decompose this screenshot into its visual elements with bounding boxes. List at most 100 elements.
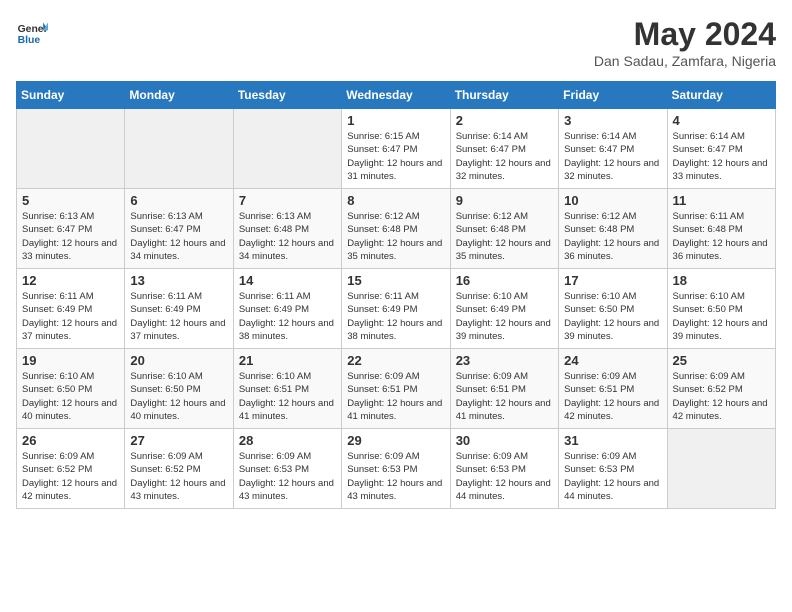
day-number: 8 <box>347 193 444 208</box>
day-info: Sunrise: 6:14 AMSunset: 6:47 PMDaylight:… <box>564 130 661 183</box>
week-row-5: 26 Sunrise: 6:09 AMSunset: 6:52 PMDayligh… <box>17 429 776 509</box>
day-info: Sunrise: 6:09 AMSunset: 6:52 PMDaylight:… <box>22 450 119 503</box>
day-number: 12 <box>22 273 119 288</box>
day-info: Sunrise: 6:11 AMSunset: 6:49 PMDaylight:… <box>347 290 444 343</box>
day-number: 17 <box>564 273 661 288</box>
calendar-table: SundayMondayTuesdayWednesdayThursdayFrid… <box>16 81 776 509</box>
calendar-cell: 2 Sunrise: 6:14 AMSunset: 6:47 PMDaylight… <box>450 109 558 189</box>
day-info: Sunrise: 6:15 AMSunset: 6:47 PMDaylight:… <box>347 130 444 183</box>
day-number: 26 <box>22 433 119 448</box>
day-info: Sunrise: 6:14 AMSunset: 6:47 PMDaylight:… <box>456 130 553 183</box>
day-info: Sunrise: 6:10 AMSunset: 6:50 PMDaylight:… <box>22 370 119 423</box>
day-number: 3 <box>564 113 661 128</box>
day-number: 24 <box>564 353 661 368</box>
day-number: 16 <box>456 273 553 288</box>
day-number: 6 <box>130 193 227 208</box>
page-header: General Blue May 2024 Dan Sadau, Zamfara… <box>16 16 776 69</box>
calendar-cell: 29Sunrise: 6:09 AMSunset: 6:53 PMDayligh… <box>342 429 450 509</box>
day-number: 13 <box>130 273 227 288</box>
calendar-cell <box>233 109 341 189</box>
day-info: Sunrise: 6:14 AMSunset: 6:47 PMDaylight:… <box>673 130 770 183</box>
calendar-cell: 19Sunrise: 6:10 AMSunset: 6:50 PMDayligh… <box>17 349 125 429</box>
calendar-cell: 8 Sunrise: 6:12 AMSunset: 6:48 PMDaylight… <box>342 189 450 269</box>
calendar-cell: 18 Sunrise: 6:10 AMSunset: 6:50 PMDayligh… <box>667 269 775 349</box>
calendar-cell: 23 Sunrise: 6:09 AMSunset: 6:51 PMDayligh… <box>450 349 558 429</box>
calendar-subtitle: Dan Sadau, Zamfara, Nigeria <box>594 53 776 69</box>
calendar-cell: 9 Sunrise: 6:12 AMSunset: 6:48 PMDaylight… <box>450 189 558 269</box>
calendar-cell: 25 Sunrise: 6:09 AMSunset: 6:52 PMDayligh… <box>667 349 775 429</box>
calendar-cell: 22Sunrise: 6:09 AMSunset: 6:51 PMDayligh… <box>342 349 450 429</box>
day-number: 11 <box>673 193 770 208</box>
day-number: 25 <box>673 353 770 368</box>
calendar-cell <box>17 109 125 189</box>
day-number: 31 <box>564 433 661 448</box>
day-number: 21 <box>239 353 336 368</box>
day-info: Sunrise: 6:09 AMSunset: 6:52 PMDaylight:… <box>673 370 770 423</box>
calendar-cell: 10 Sunrise: 6:12 AMSunset: 6:48 PMDayligh… <box>559 189 667 269</box>
calendar-cell: 3 Sunrise: 6:14 AMSunset: 6:47 PMDaylight… <box>559 109 667 189</box>
day-number: 23 <box>456 353 553 368</box>
day-info: Sunrise: 6:09 AMSunset: 6:51 PMDaylight:… <box>564 370 661 423</box>
column-header-monday: Monday <box>125 82 233 109</box>
day-number: 18 <box>673 273 770 288</box>
day-number: 15 <box>347 273 444 288</box>
day-number: 5 <box>22 193 119 208</box>
day-info: Sunrise: 6:09 AMSunset: 6:53 PMDaylight:… <box>564 450 661 503</box>
calendar-cell: 30 Sunrise: 6:09 AMSunset: 6:53 PMDayligh… <box>450 429 558 509</box>
day-info: Sunrise: 6:09 AMSunset: 6:52 PMDaylight:… <box>130 450 227 503</box>
calendar-cell: 12Sunrise: 6:11 AMSunset: 6:49 PMDayligh… <box>17 269 125 349</box>
day-number: 22 <box>347 353 444 368</box>
day-info: Sunrise: 6:13 AMSunset: 6:47 PMDaylight:… <box>22 210 119 263</box>
day-number: 10 <box>564 193 661 208</box>
calendar-cell: 7Sunrise: 6:13 AMSunset: 6:48 PMDaylight… <box>233 189 341 269</box>
calendar-body: 1Sunrise: 6:15 AMSunset: 6:47 PMDaylight… <box>17 109 776 509</box>
day-number: 30 <box>456 433 553 448</box>
day-number: 4 <box>673 113 770 128</box>
calendar-cell: 1Sunrise: 6:15 AMSunset: 6:47 PMDaylight… <box>342 109 450 189</box>
day-info: Sunrise: 6:12 AMSunset: 6:48 PMDaylight:… <box>347 210 444 263</box>
calendar-cell: 31 Sunrise: 6:09 AMSunset: 6:53 PMDayligh… <box>559 429 667 509</box>
calendar-cell: 4 Sunrise: 6:14 AMSunset: 6:47 PMDaylight… <box>667 109 775 189</box>
day-number: 2 <box>456 113 553 128</box>
day-info: Sunrise: 6:12 AMSunset: 6:48 PMDaylight:… <box>564 210 661 263</box>
calendar-cell: 11Sunrise: 6:11 AMSunset: 6:48 PMDayligh… <box>667 189 775 269</box>
logo: General Blue <box>16 16 48 48</box>
logo-icon: General Blue <box>16 16 48 48</box>
calendar-cell: 28 Sunrise: 6:09 AMSunset: 6:53 PMDayligh… <box>233 429 341 509</box>
calendar-cell: 16 Sunrise: 6:10 AMSunset: 6:49 PMDayligh… <box>450 269 558 349</box>
calendar-cell: 24 Sunrise: 6:09 AMSunset: 6:51 PMDayligh… <box>559 349 667 429</box>
day-number: 7 <box>239 193 336 208</box>
calendar-cell: 13 Sunrise: 6:11 AMSunset: 6:49 PMDayligh… <box>125 269 233 349</box>
day-info: Sunrise: 6:12 AMSunset: 6:48 PMDaylight:… <box>456 210 553 263</box>
calendar-cell: 15 Sunrise: 6:11 AMSunset: 6:49 PMDayligh… <box>342 269 450 349</box>
column-header-wednesday: Wednesday <box>342 82 450 109</box>
column-header-thursday: Thursday <box>450 82 558 109</box>
svg-text:Blue: Blue <box>18 35 41 46</box>
calendar-cell <box>667 429 775 509</box>
day-number: 29 <box>347 433 444 448</box>
day-number: 9 <box>456 193 553 208</box>
calendar-cell: 21 Sunrise: 6:10 AMSunset: 6:51 PMDayligh… <box>233 349 341 429</box>
calendar-cell: 26 Sunrise: 6:09 AMSunset: 6:52 PMDayligh… <box>17 429 125 509</box>
calendar-cell <box>125 109 233 189</box>
week-row-4: 19Sunrise: 6:10 AMSunset: 6:50 PMDayligh… <box>17 349 776 429</box>
calendar-cell: 17 Sunrise: 6:10 AMSunset: 6:50 PMDayligh… <box>559 269 667 349</box>
column-header-friday: Friday <box>559 82 667 109</box>
day-info: Sunrise: 6:10 AMSunset: 6:50 PMDaylight:… <box>673 290 770 343</box>
day-info: Sunrise: 6:10 AMSunset: 6:50 PMDaylight:… <box>564 290 661 343</box>
day-info: Sunrise: 6:09 AMSunset: 6:53 PMDaylight:… <box>456 450 553 503</box>
week-row-3: 12 Sunrise: 6:11 AMSunset: 6:49 PMDayligh… <box>17 269 776 349</box>
day-info: Sunrise: 6:09 AMSunset: 6:53 PMDaylight:… <box>239 450 336 503</box>
calendar-cell: 27Sunrise: 6:09 AMSunset: 6:52 PMDayligh… <box>125 429 233 509</box>
calendar-cell: 5 Sunrise: 6:13 AMSunset: 6:47 PMDaylight… <box>17 189 125 269</box>
calendar-header-row: SundayMondayTuesdayWednesdayThursdayFrid… <box>17 82 776 109</box>
calendar-cell: 14Sunrise: 6:11 AMSunset: 6:49 PMDayligh… <box>233 269 341 349</box>
day-info: Sunrise: 6:10 AMSunset: 6:49 PMDaylight:… <box>456 290 553 343</box>
day-info: Sunrise: 6:10 AMSunset: 6:51 PMDaylight:… <box>239 370 336 423</box>
day-info: Sunrise: 6:11 AMSunset: 6:49 PMDaylight:… <box>130 290 227 343</box>
day-info: Sunrise: 6:10 AMSunset: 6:50 PMDaylight:… <box>130 370 227 423</box>
day-info: Sunrise: 6:09 AMSunset: 6:51 PMDaylight:… <box>456 370 553 423</box>
day-info: Sunrise: 6:13 AMSunset: 6:47 PMDaylight:… <box>130 210 227 263</box>
week-row-2: 5 Sunrise: 6:13 AMSunset: 6:47 PMDaylight… <box>17 189 776 269</box>
day-number: 28 <box>239 433 336 448</box>
